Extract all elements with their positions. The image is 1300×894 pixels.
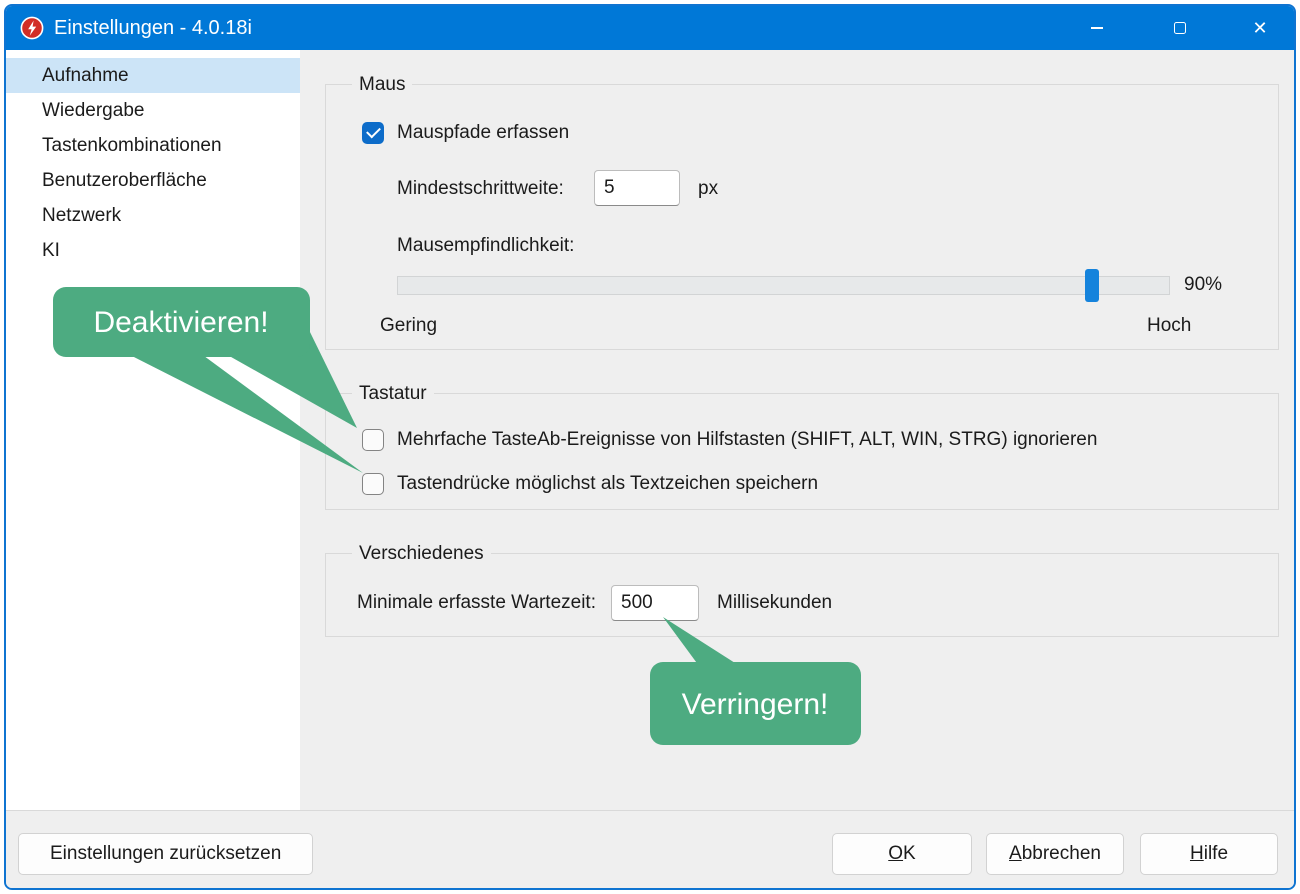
tasteab-checkbox[interactable] bbox=[362, 429, 384, 451]
close-icon: ✕ bbox=[1252, 19, 1267, 37]
screen: Einstellungen - 4.0.18i ✕ Aufnahme Wiede… bbox=[0, 0, 1300, 894]
window-title: Einstellungen - 4.0.18i bbox=[54, 6, 252, 50]
sidebar-item-netzwerk[interactable]: Netzwerk bbox=[6, 198, 300, 233]
group-tastatur-legend: Tastatur bbox=[352, 381, 434, 406]
slider-value: 90% bbox=[1184, 274, 1222, 296]
mauspfade-label[interactable]: Mauspfade erfassen bbox=[397, 122, 569, 144]
app-lightning-icon bbox=[20, 16, 44, 40]
slider-max-label: Hoch bbox=[1147, 315, 1191, 337]
group-verschiedenes-legend: Verschiedenes bbox=[352, 541, 491, 566]
mindestschrittweite-input[interactable] bbox=[594, 170, 680, 206]
minimize-icon bbox=[1091, 27, 1103, 29]
sidebar-item-wiedergabe[interactable]: Wiedergabe bbox=[6, 93, 300, 128]
mausempfindlichkeit-slider[interactable] bbox=[397, 276, 1170, 295]
sidebar-item-benutzeroberflaeche[interactable]: Benutzeroberfläche bbox=[6, 163, 300, 198]
reset-settings-button[interactable]: Einstellungen zurücksetzen bbox=[18, 833, 313, 875]
maximize-button[interactable] bbox=[1157, 6, 1203, 50]
group-tastatur: Tastatur Mehrfache TasteAb-Ereignisse vo… bbox=[325, 393, 1279, 510]
group-maus: Maus Mauspfade erfassen Mindestschrittwe… bbox=[325, 84, 1279, 350]
sidebar-item-ki[interactable]: KI bbox=[6, 233, 300, 268]
mindestschrittweite-label: Mindestschrittweite: bbox=[397, 178, 564, 200]
footer-bar: Einstellungen zurücksetzen OK Abbrechen … bbox=[6, 810, 1294, 888]
wartezeit-unit: Millisekunden bbox=[717, 592, 832, 614]
wartezeit-input[interactable] bbox=[611, 585, 699, 621]
sidebar-item-aufnahme[interactable]: Aufnahme bbox=[6, 58, 300, 93]
mauspfade-checkbox[interactable] bbox=[362, 122, 384, 144]
titlebar: Einstellungen - 4.0.18i ✕ bbox=[6, 6, 1294, 50]
minimize-button[interactable] bbox=[1074, 6, 1120, 50]
sidebar: Aufnahme Wiedergabe Tastenkombinationen … bbox=[6, 50, 300, 810]
mindestschrittweite-unit: px bbox=[698, 178, 718, 200]
settings-window: Einstellungen - 4.0.18i ✕ Aufnahme Wiede… bbox=[4, 4, 1296, 890]
group-maus-legend: Maus bbox=[352, 72, 412, 97]
maximize-icon bbox=[1174, 22, 1186, 34]
ok-button[interactable]: OK bbox=[832, 833, 972, 875]
slider-handle[interactable] bbox=[1085, 269, 1099, 302]
cancel-button[interactable]: Abbrechen bbox=[986, 833, 1124, 875]
mausempfindlichkeit-label: Mausempfindlichkeit: bbox=[397, 235, 574, 257]
tasteab-label[interactable]: Mehrfache TasteAb-Ereignisse von Hilfsta… bbox=[397, 429, 1097, 451]
slider-min-label: Gering bbox=[380, 315, 437, 337]
group-verschiedenes: Verschiedenes Minimale erfasste Wartezei… bbox=[325, 553, 1279, 637]
help-button[interactable]: Hilfe bbox=[1140, 833, 1278, 875]
wartezeit-label: Minimale erfasste Wartezeit: bbox=[357, 592, 596, 614]
textzeichen-label[interactable]: Tastendrücke möglichst als Textzeichen s… bbox=[397, 473, 818, 495]
textzeichen-checkbox[interactable] bbox=[362, 473, 384, 495]
close-button[interactable]: ✕ bbox=[1237, 6, 1283, 50]
sidebar-item-tastenkombinationen[interactable]: Tastenkombinationen bbox=[6, 128, 300, 163]
